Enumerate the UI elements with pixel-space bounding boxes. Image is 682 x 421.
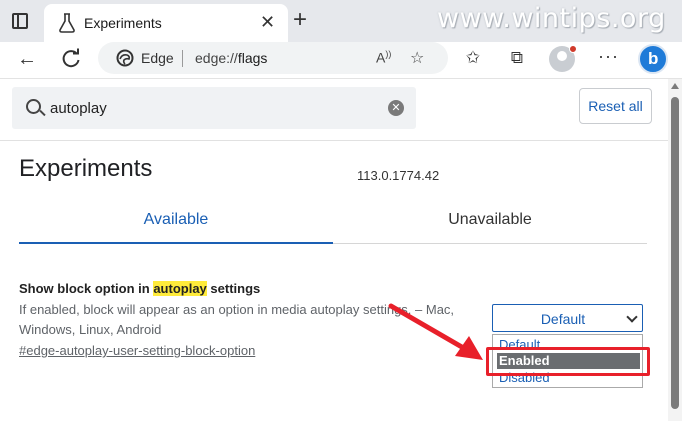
flag-permalink[interactable]: #edge-autoplay-user-setting-block-option <box>19 343 255 358</box>
url-text[interactable]: edge://flags <box>195 50 267 66</box>
search-box[interactable]: ✕ <box>12 87 416 129</box>
collections-icon[interactable]: ⧉ <box>505 48 529 68</box>
edge-logo-icon <box>116 49 134 67</box>
scrollbar[interactable] <box>668 79 682 421</box>
flag-title: Show block option in autoplay settings <box>19 281 261 296</box>
favorites-icon[interactable]: ✩ <box>461 48 485 68</box>
scroll-thumb[interactable] <box>671 97 679 409</box>
search-input[interactable] <box>50 97 370 119</box>
scroll-up-icon[interactable] <box>671 83 679 89</box>
tab-strip: Experiments ✕ + www.wintips.org <box>0 0 682 42</box>
more-icon[interactable]: ··· <box>598 46 619 67</box>
page-title: Experiments <box>19 155 153 182</box>
edge-label: Edge <box>141 50 174 66</box>
annotation-arrow-icon <box>388 303 483 360</box>
flag-state-select[interactable]: Default <box>492 304 643 332</box>
tab-experiments[interactable]: Experiments ✕ <box>44 4 288 42</box>
tab-actions-icon[interactable] <box>12 13 28 29</box>
flags-search-header: ✕ Reset all <box>0 79 668 141</box>
tabs-row: Available Unavailable <box>19 200 647 244</box>
refresh-icon[interactable] <box>58 46 84 72</box>
version-number: 113.0.1774.42 <box>357 168 440 183</box>
new-tab-button[interactable]: + <box>293 7 307 33</box>
browser-toolbar: ← Edge edge://flags A)) ☆ ✩ ⧉ ··· b <box>0 42 682 78</box>
notification-dot <box>569 45 577 53</box>
search-icon <box>26 99 41 114</box>
tab-unavailable[interactable]: Unavailable <box>333 200 647 244</box>
back-arrow-icon[interactable]: ← <box>14 46 40 72</box>
clear-search-icon[interactable]: ✕ <box>388 100 404 116</box>
tab-available[interactable]: Available <box>19 200 333 244</box>
divider <box>182 50 183 67</box>
tab-title: Experiments <box>84 15 162 31</box>
reset-all-button[interactable]: Reset all <box>579 88 652 124</box>
close-icon[interactable]: ✕ <box>260 12 275 32</box>
bing-icon[interactable]: b <box>638 44 668 74</box>
address-bar[interactable]: Edge edge://flags A)) ☆ <box>98 42 448 74</box>
add-favorite-icon[interactable]: ☆ <box>410 48 424 68</box>
select-value: Default <box>540 311 586 327</box>
watermark: www.wintips.org <box>437 3 666 34</box>
annotation-highlight-box <box>486 347 650 376</box>
flask-icon <box>59 13 75 33</box>
read-aloud-icon[interactable]: A)) <box>376 49 391 66</box>
